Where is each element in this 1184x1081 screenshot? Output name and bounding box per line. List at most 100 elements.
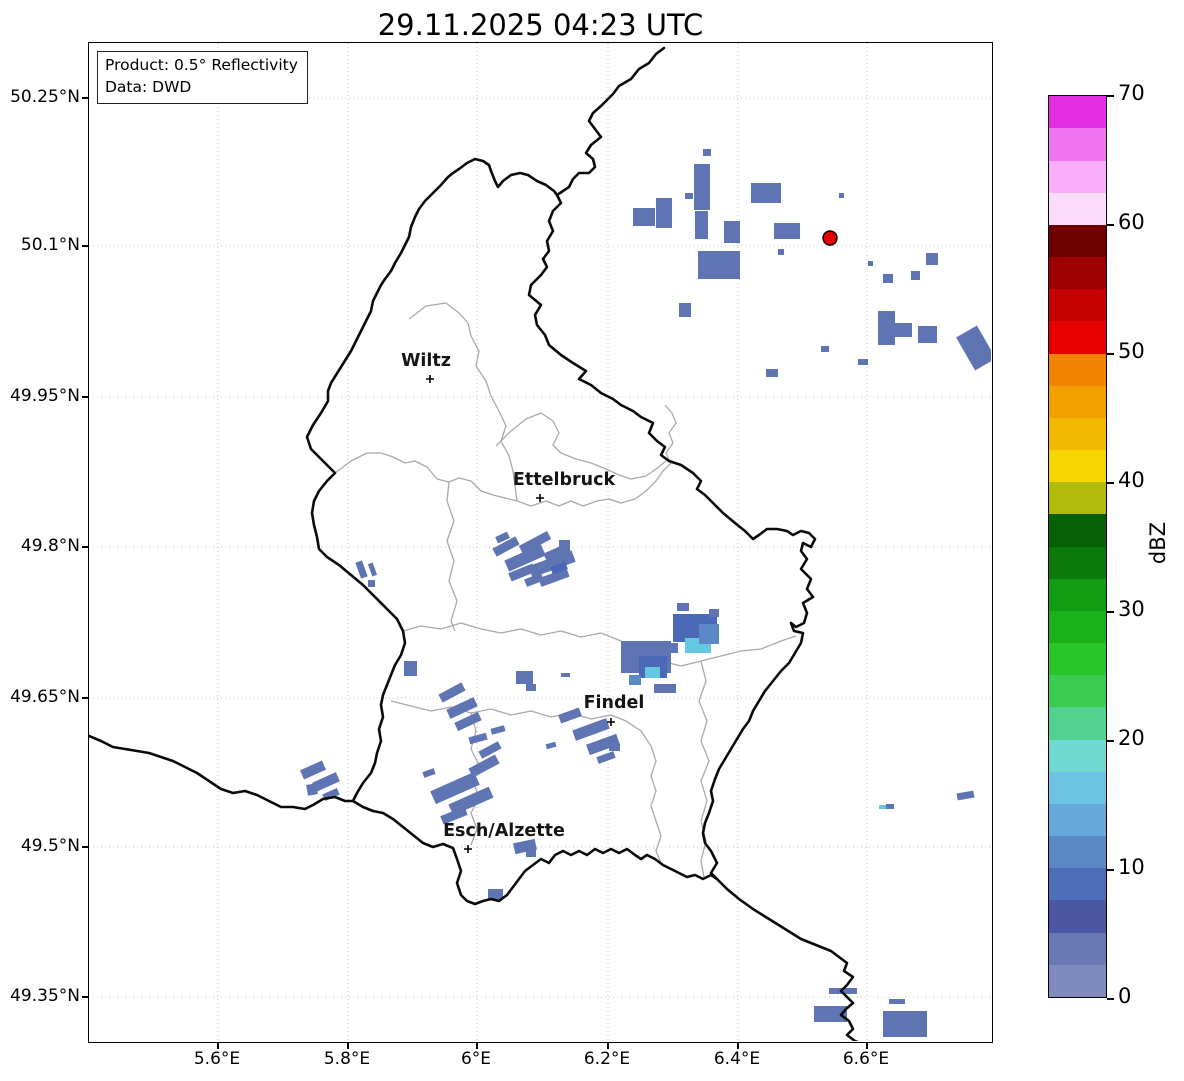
- colorbar-band: [1049, 321, 1106, 353]
- x-axis-tick: [217, 1043, 219, 1049]
- colorbar-tick: [1107, 869, 1114, 871]
- colorbar-band: [1049, 482, 1106, 514]
- x-axis-tick-label: 6.2°E: [567, 1049, 647, 1069]
- radar-cell: [911, 271, 920, 280]
- y-axis-tick: [82, 546, 88, 548]
- radar-cell: [839, 193, 844, 198]
- radar-cell: [468, 733, 487, 744]
- x-axis-tick: [866, 1043, 868, 1049]
- y-axis-tick-label: 50.1°N: [2, 235, 80, 255]
- colorbar-band: [1049, 418, 1106, 450]
- colorbar-band: [1049, 128, 1106, 160]
- radar-cell: [546, 742, 557, 749]
- radar-cell: [355, 560, 367, 578]
- colorbar-band: [1049, 611, 1106, 643]
- radar-cell: [879, 805, 887, 809]
- city-label: Ettelbruck: [513, 470, 616, 490]
- colorbar-tick-label: 50: [1118, 339, 1145, 363]
- colorbar-tick: [1107, 611, 1114, 613]
- x-axis-tick-label: 5.6°E: [177, 1049, 257, 1069]
- x-axis-tick-label: 6.6°E: [826, 1049, 906, 1069]
- colorbar-band: [1049, 740, 1106, 772]
- y-axis-tick: [82, 97, 88, 99]
- colorbar-band: [1049, 933, 1106, 965]
- y-axis-tick-label: 50.25°N: [2, 87, 80, 107]
- colorbar-band: [1049, 161, 1106, 193]
- radar-cell: [438, 682, 465, 702]
- radar-cell: [868, 261, 873, 266]
- radar-cell: [709, 609, 719, 617]
- y-axis-tick-label: 49.8°N: [2, 536, 80, 556]
- radar-cell: [858, 359, 868, 365]
- colorbar-band: [1049, 450, 1106, 482]
- colorbar-band: [1049, 900, 1106, 932]
- radar-cell: [559, 540, 570, 556]
- radar-cell: [306, 783, 318, 796]
- radar-cell: [878, 311, 895, 345]
- page-title: 29.11.2025 04:23 UTC: [88, 8, 993, 42]
- radar-cell: [422, 768, 435, 778]
- radar-cell: [685, 193, 693, 199]
- colorbar-band: [1049, 96, 1106, 128]
- radar-cell: [926, 253, 938, 265]
- district-borders: [335, 303, 796, 877]
- radar-cell: [490, 725, 505, 734]
- colorbar-band: [1049, 193, 1106, 225]
- radar-cell: [889, 999, 905, 1004]
- x-axis-tick-label: 6°E: [436, 1049, 516, 1069]
- radar-cell: [656, 198, 672, 228]
- colorbar-tick-label: 10: [1118, 855, 1145, 879]
- radar-cell: [677, 603, 689, 611]
- colorbar-tick: [1107, 353, 1114, 355]
- product-info-box: Product: 0.5° Reflectivity Data: DWD: [97, 51, 308, 104]
- radar-cell: [883, 1011, 927, 1037]
- radar-cell: [703, 149, 711, 156]
- radar-cell: [698, 251, 740, 279]
- radar-cell: [633, 208, 655, 226]
- x-axis-tick-label: 6.4°E: [697, 1049, 777, 1069]
- radar-cell: [751, 183, 781, 203]
- radar-cell: [645, 667, 660, 678]
- product-line: Product: 0.5° Reflectivity: [105, 55, 298, 77]
- colorbar-band: [1049, 707, 1106, 739]
- radar-site-marker: [823, 231, 837, 245]
- radar-cell: [596, 751, 615, 764]
- radar-cell: [699, 624, 719, 644]
- x-axis-tick-label: 5.8°E: [307, 1049, 387, 1069]
- national-borders: [89, 48, 863, 1041]
- x-axis-tick: [347, 1043, 349, 1049]
- colorbar-tick-label: 30: [1118, 597, 1145, 621]
- colorbar-tick: [1107, 998, 1114, 1000]
- city-marker-icon: [464, 845, 472, 853]
- colorbar-tick-label: 0: [1118, 984, 1131, 1008]
- radar-cell: [300, 761, 326, 780]
- colorbar-band: [1049, 354, 1106, 386]
- radar-cell: [956, 326, 991, 371]
- colorbar-tick: [1107, 482, 1114, 484]
- colorbar: [1048, 95, 1107, 998]
- city-annotations: WiltzEttelbruckFindelEsch/Alzette: [401, 351, 644, 853]
- radar-cell: [694, 164, 710, 210]
- city-marker-icon: [426, 375, 434, 383]
- colorbar-tick-label: 20: [1118, 726, 1145, 750]
- colorbar-tick: [1107, 740, 1114, 742]
- y-axis-tick-label: 49.95°N: [2, 386, 80, 406]
- radar-cell: [368, 580, 375, 587]
- radar-cell: [679, 303, 691, 317]
- x-axis-tick: [737, 1043, 739, 1049]
- radar-cell: [883, 274, 893, 283]
- city-label: Esch/Alzette: [443, 821, 565, 841]
- y-axis-tick: [82, 846, 88, 848]
- radar-map-screenshot: 29.11.2025 04:23 UTC WiltzEttelbruckFind…: [0, 0, 1184, 1081]
- colorbar-band: [1049, 289, 1106, 321]
- radar-cell: [886, 804, 894, 809]
- colorbar-tick-label: 70: [1118, 81, 1145, 105]
- radar-cell: [766, 369, 778, 377]
- colorbar-band: [1049, 257, 1106, 289]
- colorbar-band: [1049, 514, 1106, 546]
- colorbar-band: [1049, 772, 1106, 804]
- colorbar-band: [1049, 225, 1106, 257]
- map-canvas: WiltzEttelbruckFindelEsch/Alzette: [89, 43, 991, 1041]
- radar-cell: [918, 326, 937, 343]
- radar-cell: [478, 741, 501, 758]
